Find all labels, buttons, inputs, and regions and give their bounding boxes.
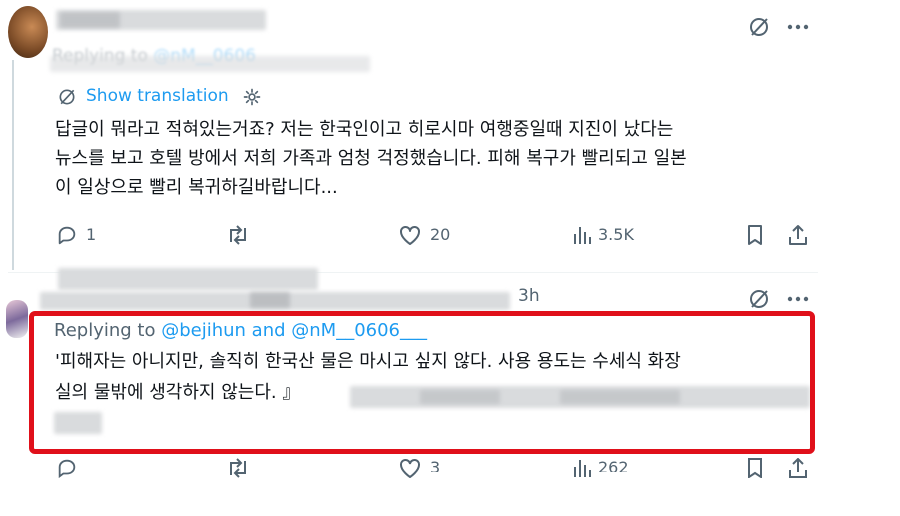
retweet-icon[interactable]	[224, 222, 252, 248]
replying-line-blurred	[50, 56, 370, 72]
views-icon[interactable]	[570, 222, 596, 248]
share-icon[interactable]	[784, 458, 812, 478]
settings-icon[interactable]	[240, 85, 264, 109]
tweet-body-line: 뉴스를 보고 호텔 방에서 저희 가족과 엄청 걱정했습니다. 피해 복구가 빨…	[55, 148, 687, 169]
bookmark-icon[interactable]	[742, 222, 768, 248]
more-options-icon[interactable]	[784, 14, 812, 40]
views-icon[interactable]	[570, 458, 596, 478]
show-translation-link[interactable]: Show translation	[86, 84, 229, 108]
reply-count: 1	[86, 225, 97, 244]
reply-icon[interactable]	[54, 458, 80, 478]
retweet-icon[interactable]	[224, 458, 252, 478]
translate-icon[interactable]	[56, 86, 78, 108]
avatar[interactable]	[6, 300, 28, 338]
like-icon[interactable]	[396, 458, 424, 478]
author-handle-blurred	[250, 292, 290, 308]
thread-line	[12, 60, 14, 270]
reply-icon[interactable]	[54, 222, 80, 248]
tweet-body-line: 답글이 뭐라고 적혀있는거죠? 저는 한국인이고 히로시마 여행중일때 지진이 …	[55, 119, 674, 140]
avatar[interactable]	[8, 6, 48, 58]
like-count: 20	[430, 225, 451, 244]
author-name-blurred	[58, 268, 318, 290]
views-count: 262	[598, 458, 629, 472]
more-options-icon[interactable]	[784, 286, 812, 312]
timestamp[interactable]: 3h	[518, 286, 540, 306]
highlight-box	[29, 311, 815, 454]
tweet-body-line: 이 일상으로 빨리 복귀하길바랍니다...	[55, 177, 338, 198]
like-count: 3	[430, 458, 441, 472]
grok-icon[interactable]	[746, 286, 772, 312]
author-name-blurred	[60, 12, 120, 28]
like-icon[interactable]	[396, 222, 424, 248]
views-count: 3.5K	[598, 225, 634, 244]
grok-icon[interactable]	[746, 14, 772, 40]
bookmark-icon[interactable]	[742, 458, 768, 478]
share-icon[interactable]	[784, 221, 812, 249]
